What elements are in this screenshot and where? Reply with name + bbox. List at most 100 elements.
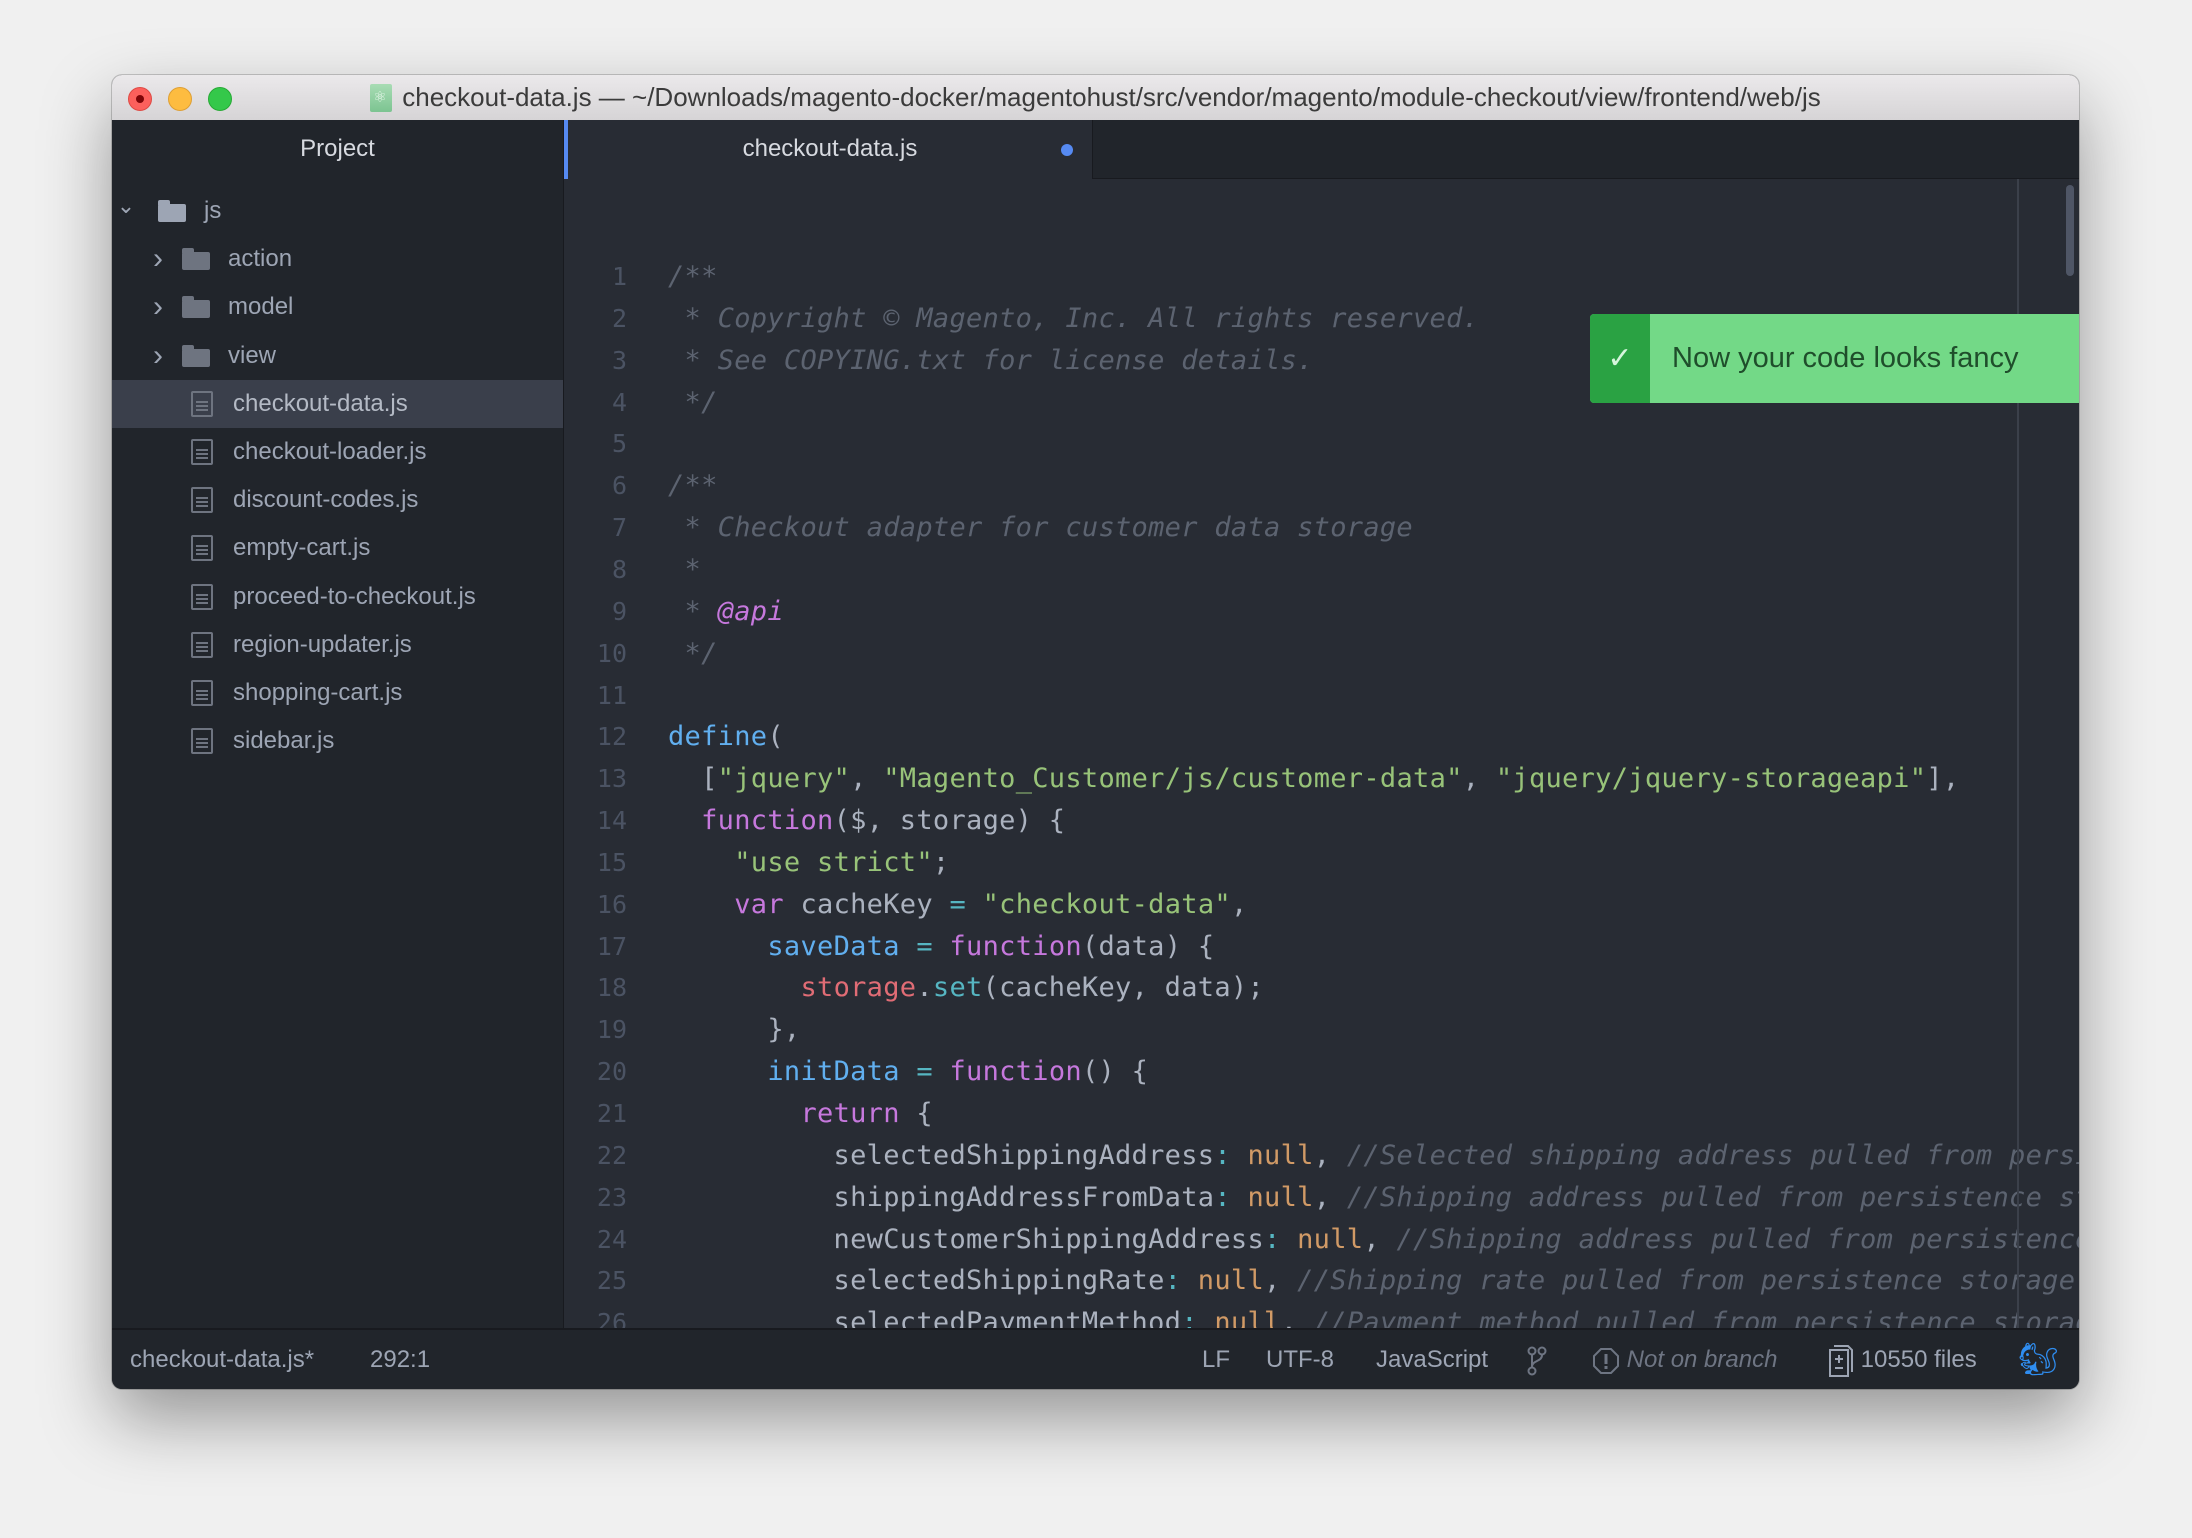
tree-file-item[interactable]: proceed-to-checkout.js (112, 573, 563, 621)
file-text-icon (191, 439, 213, 465)
notification-message: Now your code looks fancy (1672, 342, 2019, 374)
code-token: , (1264, 1265, 1298, 1297)
tree-file-item[interactable]: sidebar.js (112, 717, 563, 765)
tree-file-item[interactable]: checkout-data.js (112, 379, 563, 428)
success-notification[interactable]: ✓ Now your code looks fancy (1590, 314, 2079, 403)
tree-file-item[interactable]: discount-codes.js (112, 476, 563, 524)
code-line: /** (668, 256, 718, 298)
code-line: * Checkout adapter for customer data sto… (668, 507, 1413, 549)
code-line: var cacheKey = "checkout-data", (668, 884, 1248, 926)
chevron-down-icon[interactable]: ⌄ (116, 193, 136, 219)
tab-checkout-data-js[interactable]: checkout-data.js (564, 120, 1093, 179)
status-cursor-position[interactable]: 292:1 (370, 1330, 430, 1389)
code-token: (cacheKey, data); (982, 972, 1265, 1004)
status-branch[interactable]: Not on branch (1592, 1330, 1777, 1389)
code-token: storage (800, 972, 917, 1004)
code-token: ; (932, 846, 950, 878)
code-line: */ (668, 633, 718, 675)
code-token: //Shipping address pulled from persisten… (1346, 1181, 2079, 1213)
window-title: checkout-data.js — ~/Downloads/magento-d… (112, 75, 2079, 120)
file-text-icon (191, 390, 213, 417)
code-token: (data) { (1081, 930, 1215, 962)
check-icon: ✓ (1590, 314, 1650, 403)
file-text-icon (191, 487, 213, 514)
code-token: selectedShippingAddress (668, 1139, 1215, 1171)
code-token: function (949, 1056, 1082, 1088)
git-branch-icon[interactable] (1527, 1330, 1547, 1389)
code-token: "Magento_Customer/js/customer-data" (883, 763, 1463, 795)
file-count-text: 10550 files (1860, 1346, 1977, 1373)
tree-folder-view[interactable]: › view (112, 332, 563, 380)
status-bar: checkout-data.js* 292:1 LF UTF-8 JavaScr… (112, 1328, 2079, 1389)
chevron-right-icon[interactable]: › (148, 242, 168, 276)
line-number: 18 (596, 973, 627, 1003)
code-token: define (668, 721, 768, 753)
code-token: () { (1081, 1056, 1149, 1088)
code-token: /** (668, 261, 718, 292)
chevron-right-icon[interactable]: › (148, 339, 168, 373)
tree-item-label: js (204, 197, 222, 224)
code-token: selectedShippingRate (668, 1265, 1165, 1297)
line-number: 6 (611, 471, 627, 501)
tree-item-label: model (228, 293, 294, 321)
code-line: selectedShippingAddress: null, //Selecte… (668, 1135, 2079, 1177)
tree-file-item[interactable]: region-updater.js (112, 621, 563, 669)
code-line: * See COPYING.txt for license details. (668, 340, 1314, 382)
alert-icon (1593, 1347, 1619, 1374)
branch-status-text: Not on branch (1626, 1346, 1778, 1373)
line-number: 16 (596, 889, 627, 919)
code-line: /** (668, 465, 718, 507)
code-token: }, (668, 1014, 801, 1046)
code-token: : (1164, 1265, 1182, 1297)
line-number: 17 (596, 931, 627, 961)
code-token: * Checkout adapter for customer data sto… (668, 512, 1413, 544)
code-token: selectedPaymentMethod (668, 1307, 1182, 1328)
tree-item-label: action (228, 245, 293, 273)
line-number: 21 (596, 1099, 627, 1128)
code-line: newCustomerShippingAddress: null, //Ship… (668, 1219, 2079, 1261)
tree-file-item[interactable]: checkout-loader.js (112, 428, 563, 476)
code-token: = (949, 888, 967, 920)
code-token: null (1197, 1265, 1265, 1297)
code-line: shippingAddressFromData: null, //Shippin… (668, 1177, 2079, 1219)
tree-file-item[interactable]: empty-cart.js (112, 524, 563, 572)
code-token: function (949, 930, 1082, 962)
code-editor[interactable]: 1 2 3 4 5 6 7 8 9 10 11 12 13 14 15 16 17 18 19 20 21 22 23 24 2… (564, 179, 2079, 1328)
code-token: "jquery/jquery-storageapi" (1495, 763, 1927, 795)
status-file-count[interactable]: 10550 files (1828, 1330, 1977, 1389)
vertical-scrollbar[interactable] (2066, 185, 2074, 276)
line-number: 15 (596, 847, 627, 877)
code-token: ($, storage) { (833, 805, 1066, 837)
code-token: initData (767, 1056, 900, 1088)
modified-indicator-icon[interactable] (1061, 144, 1073, 156)
chevron-right-icon[interactable]: › (148, 290, 168, 324)
line-number: 9 (611, 596, 627, 626)
tree-file-item[interactable]: shopping-cart.js (112, 669, 563, 717)
line-number: 25 (596, 1266, 627, 1296)
status-line-ending[interactable]: LF (1202, 1330, 1230, 1389)
line-number: 22 (596, 1140, 627, 1170)
tree-folder-action[interactable]: › action (112, 235, 563, 283)
line-number: 1 (611, 262, 627, 291)
window-title-text: checkout-data.js — ~/Downloads/magento-d… (402, 82, 1821, 112)
tree-folder-js[interactable]: ⌄ js (112, 187, 563, 235)
tree-item-label: sidebar.js (233, 727, 335, 755)
status-grammar[interactable]: JavaScript (1376, 1330, 1488, 1389)
code-token: [ (668, 763, 718, 795)
squirrel-update-icon[interactable]: 🐿 (2018, 1330, 2059, 1389)
code-token: , (1462, 763, 1496, 795)
atom-editor-window: checkout-data.js — ~/Downloads/magento-d… (112, 75, 2079, 1389)
status-file-name[interactable]: checkout-data.js* (130, 1330, 314, 1389)
code-line: selectedShippingRate: null, //Shipping r… (668, 1260, 2075, 1302)
tree-item-label: discount-codes.js (233, 486, 419, 514)
line-number: 4 (611, 387, 627, 417)
code-token: , (1230, 888, 1248, 920)
tree-folder-model[interactable]: › model (112, 283, 563, 331)
status-encoding[interactable]: UTF-8 (1266, 1330, 1334, 1389)
line-number: 24 (596, 1224, 627, 1254)
